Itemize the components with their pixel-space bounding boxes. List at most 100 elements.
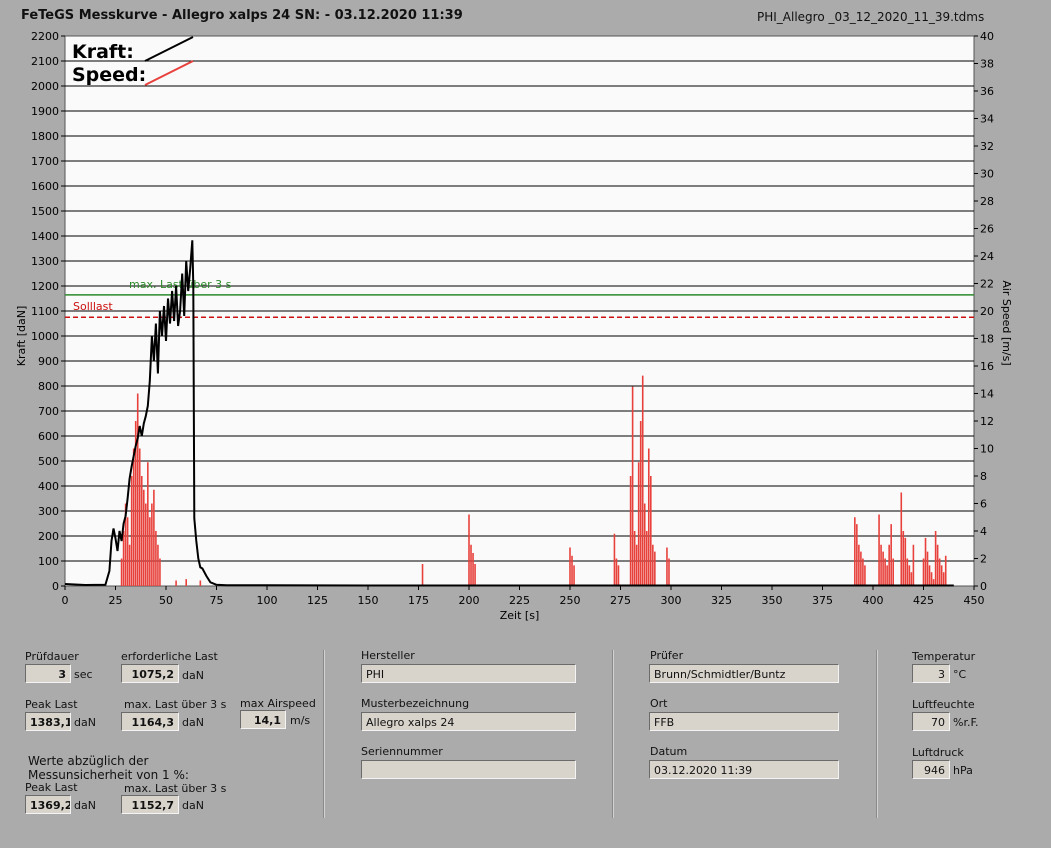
- y2-tick-label: 14: [980, 388, 994, 401]
- y-tick-label: 200: [38, 530, 59, 543]
- pruefdauer-value: 3: [25, 664, 71, 683]
- y2-tick-label: 36: [980, 85, 994, 98]
- pruefer-label: Prüfer: [650, 649, 684, 662]
- peak-last-2-unit: daN: [74, 799, 96, 812]
- legend-kraft-label: Kraft:: [72, 41, 134, 63]
- y2-tick-label: 30: [980, 168, 994, 181]
- luftfeuchte-unit: %r.F.: [953, 716, 979, 729]
- x-tick-label: 400: [863, 594, 884, 607]
- pruefdauer-unit: sec: [74, 668, 93, 681]
- datum-label: Datum: [650, 745, 688, 758]
- muster-label: Musterbezeichnung: [361, 697, 470, 710]
- max-last-2-unit: daN: [182, 799, 204, 812]
- luftfeuchte-value: 70: [912, 712, 950, 731]
- x-tick-label: 450: [964, 594, 985, 607]
- erf-last-unit: daN: [182, 669, 204, 682]
- x-tick-label: 250: [560, 594, 581, 607]
- x-tick-label: 275: [610, 594, 631, 607]
- muster-field[interactable]: Allegro xalps 24: [361, 712, 576, 731]
- x-tick-label: 325: [711, 594, 732, 607]
- solllast-line-label: Solllast: [73, 300, 113, 313]
- y2-tick-label: 22: [980, 278, 994, 291]
- peak-last-value: 1383,1: [25, 712, 71, 731]
- erf-last-label: erforderliche Last: [121, 650, 218, 663]
- luftdruck-value: 946: [912, 760, 950, 779]
- luftdruck-unit: hPa: [953, 764, 973, 777]
- y2-tick-label: 32: [980, 140, 994, 153]
- y-tick-label: 600: [38, 430, 59, 443]
- y-tick-label: 1000: [31, 330, 59, 343]
- y-tick-label: 500: [38, 455, 59, 468]
- y-tick-label: 1900: [31, 105, 59, 118]
- y-tick-label: 1800: [31, 130, 59, 143]
- y2-tick-label: 4: [980, 525, 987, 538]
- max-last-label: max. Last über 3 s: [124, 698, 227, 711]
- max-last-value: 1164,3: [121, 712, 179, 731]
- hersteller-field[interactable]: PHI: [361, 664, 576, 683]
- y2-tick-label: 28: [980, 195, 994, 208]
- separator: [612, 650, 614, 818]
- separator: [876, 650, 878, 818]
- legend-speed-label: Speed:: [72, 64, 146, 86]
- werte-note-line2: Messunsicherheit von 1 %:: [28, 768, 189, 782]
- x-tick-label: 125: [307, 594, 328, 607]
- seriennummer-label: Seriennummer: [361, 745, 443, 758]
- y-tick-label: 1600: [31, 180, 59, 193]
- y2-tick-label: 0: [980, 580, 987, 593]
- y-tick-label: 800: [38, 380, 59, 393]
- x-tick-label: 75: [210, 594, 224, 607]
- max-airspeed-unit: m/s: [290, 714, 311, 727]
- x-tick-label: 150: [358, 594, 379, 607]
- pruefdauer-label: Prüfdauer: [25, 650, 79, 663]
- pruefer-field[interactable]: Brunn/Schmidtler/Buntz: [649, 664, 839, 683]
- ort-label: Ort: [650, 697, 668, 710]
- chart-area: 0100200300400500600700800900100011001200…: [15, 30, 1013, 622]
- y-axis-label: Kraft [daN]: [15, 306, 28, 367]
- y2-tick-label: 40: [980, 30, 994, 43]
- y2-tick-label: 12: [980, 415, 994, 428]
- y-tick-label: 700: [38, 405, 59, 418]
- seriennummer-field[interactable]: [361, 760, 576, 779]
- y-tick-label: 100: [38, 555, 59, 568]
- x-tick-label: 425: [913, 594, 934, 607]
- max-last-line-label: max. Last über 3 s: [129, 278, 232, 291]
- y-tick-label: 1500: [31, 205, 59, 218]
- y-tick-label: 2100: [31, 55, 59, 68]
- max-airspeed-value: 14,1: [240, 710, 286, 729]
- x-tick-label: 225: [509, 594, 530, 607]
- peak-last-label: Peak Last: [25, 698, 78, 711]
- y2-tick-label: 8: [980, 470, 987, 483]
- werte-note-line1: Werte abzüglich der: [28, 754, 149, 768]
- max-last-2-label: max. Last über 3 s: [124, 782, 227, 795]
- x-tick-label: 50: [159, 594, 173, 607]
- datum-field[interactable]: 03.12.2020 11:39: [649, 760, 839, 779]
- peak-last-unit: daN: [74, 716, 96, 729]
- y2-tick-label: 38: [980, 58, 994, 71]
- y2-tick-label: 18: [980, 333, 994, 346]
- x-tick-label: 300: [661, 594, 682, 607]
- y-tick-label: 400: [38, 480, 59, 493]
- temperatur-value: 3: [912, 664, 950, 683]
- y-tick-label: 900: [38, 355, 59, 368]
- y2-axis-label: Air Speed [m/s]: [1000, 280, 1013, 365]
- y2-tick-label: 20: [980, 305, 994, 318]
- y2-tick-label: 2: [980, 553, 987, 566]
- x-tick-label: 175: [408, 594, 429, 607]
- y2-tick-label: 24: [980, 250, 994, 263]
- y-tick-label: 1400: [31, 230, 59, 243]
- y2-tick-label: 16: [980, 360, 994, 373]
- x-tick-label: 0: [62, 594, 69, 607]
- luftdruck-label: Luftdruck: [912, 746, 964, 759]
- y-tick-label: 0: [52, 580, 59, 593]
- temperatur-unit: °C: [953, 668, 967, 681]
- x-tick-label: 200: [459, 594, 480, 607]
- y-tick-label: 2000: [31, 80, 59, 93]
- y2-tick-label: 10: [980, 443, 994, 456]
- y2-tick-label: 34: [980, 113, 994, 126]
- hersteller-label: Hersteller: [361, 649, 415, 662]
- erf-last-value: 1075,2: [121, 664, 179, 683]
- y2-tick-label: 26: [980, 223, 994, 236]
- ort-field[interactable]: FFB: [649, 712, 839, 731]
- max-last-2-value: 1152,7: [121, 795, 179, 814]
- max-last-unit: daN: [182, 716, 204, 729]
